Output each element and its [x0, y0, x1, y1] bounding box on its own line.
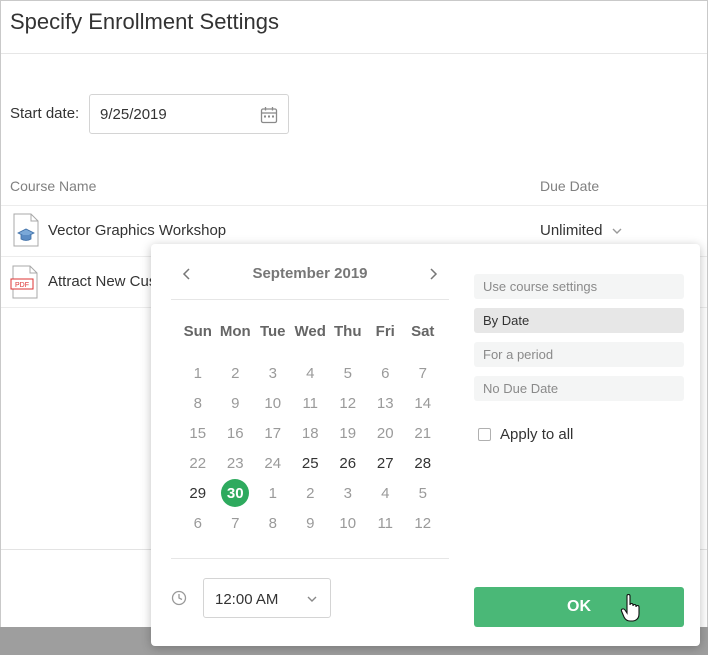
calendar-day[interactable]: 7	[217, 508, 255, 538]
weekday-label: Mon	[219, 323, 251, 340]
calendar-day[interactable]: 26	[329, 448, 367, 478]
calendar-day[interactable]: 14	[404, 388, 442, 418]
calendar-day[interactable]: 3	[254, 358, 292, 388]
calendar-day[interactable]: 22	[179, 448, 217, 478]
due-date-dropdown[interactable]: Unlimited	[540, 222, 623, 239]
calendar-day[interactable]: 29	[179, 478, 217, 508]
weekday-label: Sat	[411, 323, 435, 340]
calendar-day[interactable]: 5	[404, 478, 442, 508]
hand-cursor-icon	[620, 594, 640, 622]
divider	[171, 558, 449, 559]
dialog-title: Specify Enrollment Settings	[10, 9, 280, 34]
chevron-down-icon	[307, 596, 317, 602]
calendar-day[interactable]: 28	[404, 448, 442, 478]
divider	[171, 299, 449, 300]
svg-text:PDF: PDF	[15, 282, 29, 289]
calendar-day[interactable]: 7	[404, 358, 442, 388]
option-no-due-date[interactable]: No Due Date	[474, 376, 684, 401]
calendar-day[interactable]: 9	[217, 388, 255, 418]
weekday-label: Fri	[375, 323, 395, 340]
calendar-day[interactable]: 12	[404, 508, 442, 538]
option-use-course-settings[interactable]: Use course settings	[474, 274, 684, 299]
course-name: Attract New Cus	[48, 273, 157, 290]
calendar-day[interactable]: 1	[179, 358, 217, 388]
calendar-day[interactable]: 17	[254, 418, 292, 448]
checkbox-box[interactable]	[478, 428, 491, 441]
calendar-day[interactable]: 2	[292, 478, 330, 508]
calendar-icon[interactable]	[260, 106, 278, 124]
course-name: Vector Graphics Workshop	[48, 222, 227, 239]
calendar-day[interactable]: 27	[367, 448, 405, 478]
time-select[interactable]: 12:00 AM	[203, 578, 331, 618]
weekday-label: Tue	[259, 323, 286, 340]
calendar-day[interactable]: 8	[254, 508, 292, 538]
weekday-header: Sun Mon Tue Wed Thu Fri Sat	[179, 323, 442, 340]
calendar-day[interactable]: 8	[179, 388, 217, 418]
start-date-label: Start date:	[10, 105, 80, 122]
calendar-day[interactable]: 4	[292, 358, 330, 388]
calendar-day[interactable]: 18	[292, 418, 330, 448]
calendar-day[interactable]: 25	[292, 448, 330, 478]
selected-day-label: 30	[221, 479, 250, 507]
apply-to-all-label: Apply to all	[500, 426, 574, 443]
calendar-day[interactable]: 16	[217, 418, 255, 448]
weekday-label: Wed	[294, 323, 326, 340]
apply-to-all-checkbox[interactable]: Apply to all	[478, 426, 573, 443]
time-value: 12:00 AM	[215, 591, 279, 608]
pdf-file-icon: PDF	[10, 265, 38, 299]
calendar-day[interactable]: 20	[367, 418, 405, 448]
calendar-day[interactable]: 1	[254, 478, 292, 508]
calendar-day[interactable]: 9	[292, 508, 330, 538]
column-header-due-date: Due Date	[540, 178, 600, 194]
ok-button[interactable]: OK	[474, 587, 684, 627]
option-for-a-period[interactable]: For a period	[474, 342, 684, 367]
calendar-day[interactable]: 11	[367, 508, 405, 538]
calendar-day[interactable]: 24	[254, 448, 292, 478]
calendar-day[interactable]: 23	[217, 448, 255, 478]
due-date-popup: September 2019 Sun Mon Tue Wed Thu Fri S…	[151, 244, 700, 646]
weekday-label: Thu	[334, 323, 362, 340]
chevron-right-icon[interactable]	[425, 266, 441, 282]
calendar-day-selected[interactable]: 30	[217, 478, 255, 508]
clock-icon	[171, 590, 187, 606]
calendar-day[interactable]: 12	[329, 388, 367, 418]
calendar-day[interactable]: 2	[217, 358, 255, 388]
course-package-icon	[13, 213, 39, 247]
calendar-day[interactable]: 6	[367, 358, 405, 388]
divider	[1, 53, 707, 54]
calendar-day[interactable]: 6	[179, 508, 217, 538]
calendar-day[interactable]: 21	[404, 418, 442, 448]
chevron-down-icon	[612, 228, 622, 234]
calendar-month-label: September 2019	[252, 265, 368, 282]
due-date-value: Unlimited	[540, 222, 603, 239]
chevron-left-icon[interactable]	[179, 266, 195, 282]
divider	[1, 205, 707, 206]
calendar-day[interactable]: 11	[292, 388, 330, 418]
calendar-day[interactable]: 4	[367, 478, 405, 508]
calendar-day[interactable]: 10	[329, 508, 367, 538]
start-date-value: 9/25/2019	[100, 106, 167, 123]
calendar-day[interactable]: 19	[329, 418, 367, 448]
calendar-grid: 1 2 3 4 5 6 7 8 9 10 11 12 13 14 15 16 1…	[179, 358, 442, 538]
column-header-course-name: Course Name	[10, 178, 97, 194]
weekday-label: Sun	[183, 323, 212, 340]
calendar-day[interactable]: 10	[254, 388, 292, 418]
start-date-input[interactable]: 9/25/2019	[89, 94, 289, 134]
calendar-day[interactable]: 5	[329, 358, 367, 388]
calendar-day[interactable]: 3	[329, 478, 367, 508]
calendar-day[interactable]: 15	[179, 418, 217, 448]
option-by-date[interactable]: By Date	[474, 308, 684, 333]
calendar-day[interactable]: 13	[367, 388, 405, 418]
